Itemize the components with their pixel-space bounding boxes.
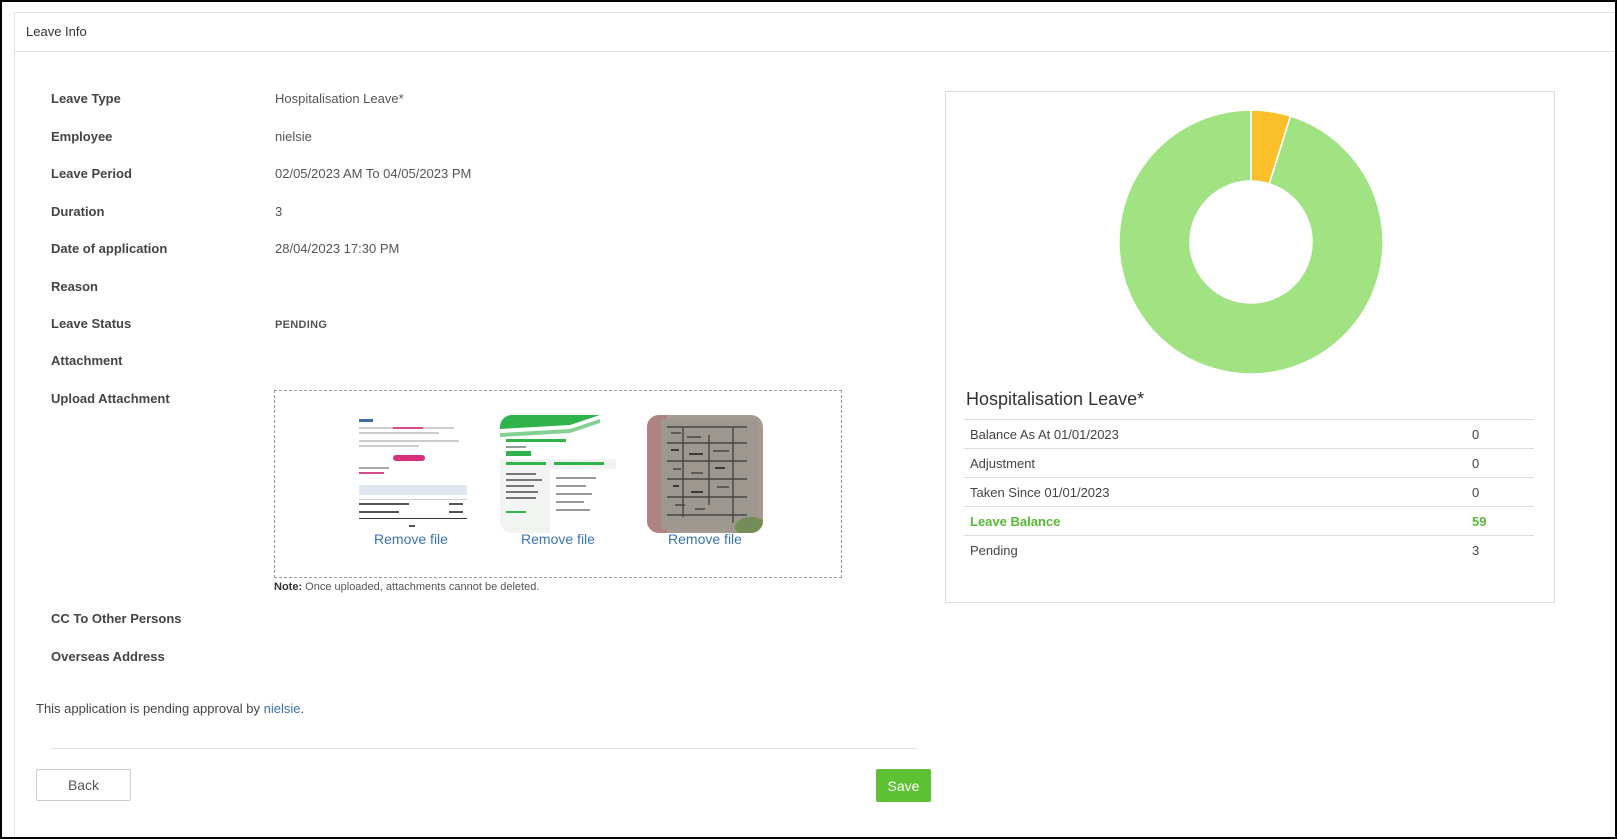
table-row: Pending 3 [964,535,1534,564]
panel-header: Leave Info [15,13,1615,52]
summary-title: Hospitalisation Leave* [966,389,1145,409]
upload-note: Note: Once uploaded, attachments cannot … [274,581,539,593]
detail-value: 02/05/2023 AM To 04/05/2023 PM [275,166,472,181]
row-value: 59 [1466,506,1534,536]
table-row: Adjustment 0 [964,448,1534,478]
window-frame: Leave Info Leave Type Hospitalisation Le… [0,0,1617,839]
note-prefix: Note: [274,581,303,593]
detail-label: Attachment [51,353,123,368]
attachment-thumbnail [353,415,469,533]
note-text: Once uploaded, attachments cannot be del… [302,581,540,593]
table-row: Taken Since 01/01/2023 0 [964,477,1534,507]
leave-donut-chart [1118,109,1384,375]
detail-label: Leave Type [51,91,121,106]
leave-info-panel: Leave Info Leave Type Hospitalisation Le… [14,12,1615,837]
remove-file-link[interactable]: Remove file [635,531,775,547]
balance-table: Balance As At 01/01/2023 0 Adjustment 0 Ta… [964,419,1534,564]
detail-row-reason: Reason [51,279,901,299]
row-label: Pending [964,535,1466,564]
leave-summary-card: Hospitalisation Leave* Balance As At 01/… [945,91,1555,603]
detail-row-overseas-address: Overseas Address [51,649,901,669]
detail-value: 28/04/2023 17:30 PM [275,241,400,256]
detail-label: Employee [51,129,113,144]
detail-label: CC To Other Persons [51,611,182,626]
row-value: 0 [1466,477,1534,507]
detail-label: Upload Attachment [51,391,170,406]
detail-label: Duration [51,204,105,219]
row-value: 0 [1466,419,1534,449]
row-label: Taken Since 01/01/2023 [964,477,1466,507]
row-value: 3 [1466,535,1534,564]
attachment-thumbnail [500,415,616,533]
row-label: Leave Balance [964,506,1466,536]
detail-row-employee: Employee nielsie [51,129,901,149]
detail-row-date-of-application: Date of application 28/04/2023 17:30 PM [51,241,901,261]
row-label: Balance As At 01/01/2023 [964,419,1466,449]
upload-dropzone[interactable]: Remove file Remove file Remove file [274,390,842,578]
detail-label: Leave Status [51,316,132,331]
detail-row-leave-status: Leave Status PENDING [51,316,901,336]
row-value: 0 [1466,448,1534,478]
form-divider [51,748,917,749]
remove-file-link[interactable]: Remove file [341,531,481,547]
pending-suffix: . [300,701,305,716]
row-label: Adjustment [964,448,1466,478]
pending-text: This application is pending approval by [36,701,264,716]
detail-label: Leave Period [51,166,132,181]
detail-value: nielsie [275,129,312,144]
status-badge: PENDING [275,319,328,331]
approver-link[interactable]: nielsie [264,701,301,716]
save-button[interactable]: Save [876,769,931,802]
detail-row-cc-persons: CC To Other Persons [51,611,901,631]
table-row: Balance As At 01/01/2023 0 [964,419,1534,449]
detail-value: 3 [275,204,283,219]
detail-value: Hospitalisation Leave* [275,91,404,106]
detail-label: Overseas Address [51,649,165,664]
donut-slice-leave-balance[interactable] [1118,109,1384,375]
detail-row-duration: Duration 3 [51,204,901,224]
detail-row-attachment: Attachment [51,353,901,373]
detail-label: Date of application [51,241,168,256]
attachment-thumbnail [647,415,763,533]
detail-row-leave-type: Leave Type Hospitalisation Leave* [51,91,901,111]
back-button[interactable]: Back [36,769,131,801]
detail-label: Reason [51,279,98,294]
remove-file-link[interactable]: Remove file [488,531,628,547]
table-row-leave-balance: Leave Balance 59 [964,506,1534,536]
pending-approval-message: This application is pending approval by … [36,701,304,716]
detail-row-leave-period: Leave Period 02/05/2023 AM To 04/05/2023… [51,166,901,186]
